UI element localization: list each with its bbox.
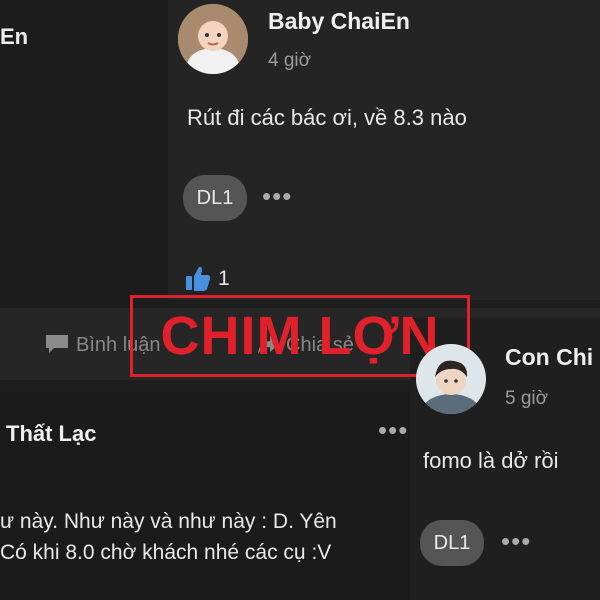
timestamp-con-chi: 5 giờ <box>505 388 549 409</box>
con-chi-avatar-image <box>416 344 486 414</box>
more-options-icon[interactable]: ••• <box>262 183 292 209</box>
post-text-line-2: Có khi 8.0 chờ khách nhé các cụ :V <box>0 541 332 564</box>
author-name-that-lac[interactable]: Thất Lạc <box>6 421 96 447</box>
like-thumb-icon[interactable] <box>184 264 212 292</box>
post-text-line-1: ư này. Như này và như này : D. Yên <box>0 510 337 533</box>
baby-avatar-image <box>178 4 248 74</box>
like-count: 1 <box>218 267 230 290</box>
message-con-chi: fomo là dở rồi <box>423 448 559 473</box>
avatar-con-chi[interactable] <box>416 344 486 414</box>
author-name-con-chi[interactable]: Con Chi <box>505 344 593 371</box>
author-name-fragment[interactable]: En <box>0 24 28 50</box>
avatar-baby-chaien[interactable] <box>178 4 248 74</box>
comment-icon[interactable] <box>44 333 70 355</box>
timestamp-baby: 4 giờ <box>268 50 312 71</box>
more-options-icon-2[interactable]: ••• <box>501 528 531 554</box>
author-name-baby[interactable]: Baby ChaiEn <box>268 8 410 35</box>
more-options-icon-3[interactable]: ••• <box>378 417 408 443</box>
reaction-chip-dl1-2[interactable]: DL1 <box>420 520 484 566</box>
reaction-chip-dl1[interactable]: DL1 <box>183 175 247 221</box>
message-baby: Rút đi các bác ơi, về 8.3 nào <box>187 105 467 130</box>
